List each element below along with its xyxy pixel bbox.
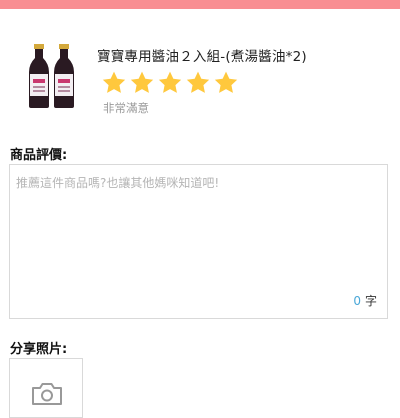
review-label: 商品評價: bbox=[10, 148, 68, 163]
character-counter: 0字 bbox=[353, 292, 377, 309]
bottle-image bbox=[29, 44, 49, 108]
star-icon[interactable] bbox=[157, 70, 183, 96]
add-photo-button[interactable] bbox=[9, 358, 83, 418]
product-title: 寶寶專用醬油２入組-(煮湯醬油*2) bbox=[97, 49, 307, 65]
star-icon[interactable] bbox=[101, 70, 127, 96]
character-count: 0 bbox=[353, 294, 361, 308]
star-icon[interactable] bbox=[213, 70, 239, 96]
photo-label: 分享照片: bbox=[10, 342, 68, 357]
star-icon[interactable] bbox=[129, 70, 155, 96]
rating-stars[interactable] bbox=[101, 70, 241, 96]
camera-icon bbox=[32, 383, 62, 405]
star-icon[interactable] bbox=[185, 70, 211, 96]
review-input[interactable] bbox=[10, 165, 387, 285]
product-thumbnail bbox=[22, 44, 82, 108]
product-summary: 寶寶專用醬油２入組-(煮湯醬油*2) 非常滿意 bbox=[0, 36, 400, 126]
rating-text: 非常滿意 bbox=[103, 101, 149, 115]
top-accent-bar bbox=[0, 0, 400, 9]
character-count-unit: 字 bbox=[364, 294, 377, 308]
bottle-image bbox=[54, 44, 74, 108]
review-box: 0字 bbox=[9, 164, 388, 319]
